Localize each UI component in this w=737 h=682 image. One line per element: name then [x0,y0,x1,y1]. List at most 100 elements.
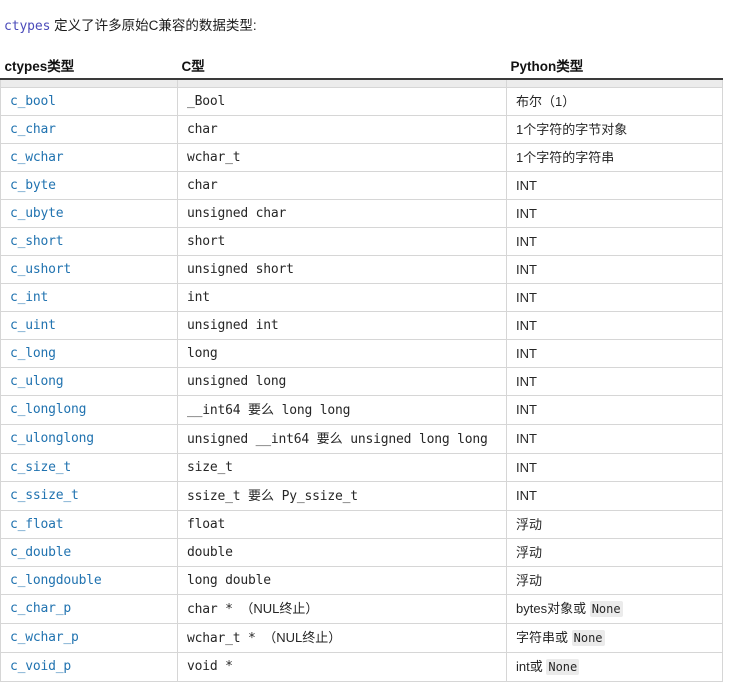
cell-ctypes-type[interactable]: c_long [0,339,178,368]
cell-c-type: unsigned short [177,255,507,284]
table-row: c_ulonglong unsigned __int64 要么 unsigned … [0,424,723,454]
cell-c-type: unsigned char [177,199,507,228]
cell-ctypes-type[interactable]: c_uint [0,311,178,340]
cell-python-type: 浮动 [506,510,723,539]
cell-ctypes-type[interactable]: c_double [0,538,178,567]
table-row: c_ubyte unsigned char INT [0,199,723,228]
table-row: c_int int INT [0,283,723,312]
table-row: c_wchar wchar_t 1个字符的字符串 [0,143,723,172]
cell-ctypes-type[interactable]: c_float [0,510,178,539]
cell-python-type: INT [506,311,723,340]
cell-ctypes-type[interactable]: c_int [0,283,178,312]
table-row: c_longlong __int64 要么 long long INT [0,395,723,425]
cell-c-type: char [177,171,507,200]
table-row: c_ushort unsigned short INT [0,255,723,284]
cell-python-type: INT [506,199,723,228]
c-type-cjk-text: 要么 [316,431,343,446]
table-row: c_size_t size_t INT [0,453,723,482]
cell-python-type: 字符串或 None [506,623,723,653]
intro-paragraph: ctypes 定义了许多原始C兼容的数据类型: [0,17,737,42]
cell-c-type: wchar_t * （NUL终止） [177,623,507,653]
cell-python-type: INT [506,395,723,425]
cell-c-type: char * （NUL终止） [177,594,507,624]
ctypes-reference-page: ctypes 定义了许多原始C兼容的数据类型: ctypes类型 C型 Pyth… [0,0,737,682]
column-header-c-type: C型 [177,55,507,80]
cell-python-type: INT [506,424,723,454]
cell-ctypes-type[interactable]: c_char_p [0,594,178,624]
cell-c-type: wchar_t [177,143,507,172]
table-row: c_short short INT [0,227,723,256]
cell-python-type: INT [506,481,723,511]
cell-python-type: INT [506,227,723,256]
cell-ctypes-type[interactable]: c_wchar_p [0,623,178,653]
ctypes-data-types-table: ctypes类型 C型 Python类型 c_bool _Bool 布尔（1） c_c… [0,55,723,682]
cell-c-type: long [177,339,507,368]
table-row: c_float float 浮动 [0,510,723,539]
table-body: c_bool _Bool 布尔（1） c_char char 1个字符的字节对象 c_wch… [0,78,723,682]
cell-c-type: void * [177,652,507,682]
cell-c-type: size_t [177,453,507,482]
cell-ctypes-type[interactable]: c_ulong [0,367,178,396]
cell-c-type: unsigned __int64 要么 unsigned long long [177,424,507,454]
cell-ctypes-type[interactable]: c_ssize_t [0,481,178,511]
table-header-row: ctypes类型 C型 Python类型 [0,55,723,80]
none-literal: None [546,659,580,675]
table-row: c_uint unsigned int INT [0,311,723,340]
cell-c-type: unsigned long [177,367,507,396]
table-row: c_bool _Bool 布尔（1） [0,87,723,116]
cell-python-type: INT [506,453,723,482]
table-row: c_double double 浮动 [0,538,723,567]
cell-ctypes-type[interactable]: c_ubyte [0,199,178,228]
cell-c-type: short [177,227,507,256]
table-header: ctypes类型 C型 Python类型 [0,55,723,80]
cell-python-type: 浮动 [506,538,723,567]
cell-python-type: 布尔（1） [506,87,723,116]
table-row: c_longdouble long double 浮动 [0,566,723,595]
table-row: c_char_p char * （NUL终止） bytes对象或 None [0,594,723,624]
column-header-ctypes-type: ctypes类型 [0,55,178,80]
header-band-cell-1 [0,78,178,88]
cell-c-type: long double [177,566,507,595]
cell-python-type: bytes对象或 None [506,594,723,624]
cell-ctypes-type[interactable]: c_size_t [0,453,178,482]
cell-python-type: INT [506,339,723,368]
cell-c-type: __int64 要么 long long [177,395,507,425]
cell-python-type: INT [506,283,723,312]
cell-python-type: INT [506,367,723,396]
header-band-row [0,78,723,88]
table-row: c_char char 1个字符的字节对象 [0,115,723,144]
cell-ctypes-type[interactable]: c_ulonglong [0,424,178,454]
column-header-python-type: Python类型 [506,55,723,80]
table-row: c_ulong unsigned long INT [0,367,723,396]
header-band-cell-2 [177,78,507,88]
cell-ctypes-type[interactable]: c_longdouble [0,566,178,595]
c-type-cjk-text: 要么 [248,402,275,417]
c-type-cjk-text: （NUL终止） [263,630,342,645]
c-type-cjk-text: 要么 [248,488,275,503]
header-band-cell-3 [506,78,723,88]
cell-ctypes-type[interactable]: c_char [0,115,178,144]
table-row: c_wchar_p wchar_t * （NUL终止） 字符串或 None [0,623,723,653]
cell-python-type: INT [506,171,723,200]
cell-ctypes-type[interactable]: c_byte [0,171,178,200]
cell-c-type: float [177,510,507,539]
cell-ctypes-type[interactable]: c_bool [0,87,178,116]
cell-ctypes-type[interactable]: c_void_p [0,652,178,682]
cell-python-type: INT [506,255,723,284]
c-type-cjk-text: （NUL终止） [240,601,319,616]
cell-ctypes-type[interactable]: c_wchar [0,143,178,172]
cell-python-type: 1个字符的字节对象 [506,115,723,144]
intro-text: 定义了许多原始C兼容的数据类型: [50,17,257,33]
cell-c-type: char [177,115,507,144]
cell-c-type: _Bool [177,87,507,116]
cell-ctypes-type[interactable]: c_ushort [0,255,178,284]
ctypes-module-literal: ctypes [4,18,51,34]
cell-python-type: int或 None [506,652,723,682]
cell-python-type: 1个字符的字符串 [506,143,723,172]
cell-c-type: unsigned int [177,311,507,340]
table-row: c_ssize_t ssize_t 要么 Py_ssize_t INT [0,481,723,511]
cell-ctypes-type[interactable]: c_longlong [0,395,178,425]
cell-c-type: double [177,538,507,567]
none-literal: None [589,601,623,617]
cell-ctypes-type[interactable]: c_short [0,227,178,256]
